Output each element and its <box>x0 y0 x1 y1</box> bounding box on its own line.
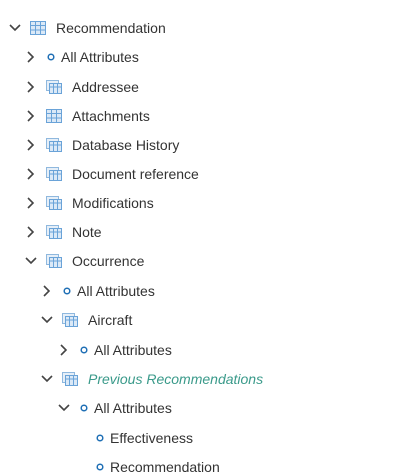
tree-row-label: Previous Recommendations <box>88 371 264 387</box>
linked-table-icon <box>46 196 62 210</box>
tree-row-note[interactable]: Note <box>24 222 102 242</box>
chevron-right-icon[interactable] <box>24 109 38 123</box>
tree-row-addressee[interactable]: Addressee <box>24 77 139 97</box>
chevron-right-icon[interactable] <box>24 50 38 64</box>
tree-row-previous-recommendations[interactable]: Previous Recommendations <box>40 369 263 389</box>
attribute-dot-icon <box>62 284 72 298</box>
tree-row-all-attributes[interactable]: All Attributes <box>24 47 139 67</box>
attribute-dot-icon <box>79 343 89 357</box>
tree-row-label: Note <box>72 224 102 240</box>
chevron-down-icon[interactable] <box>24 254 38 268</box>
tree-row-attachments[interactable]: Attachments <box>24 106 150 126</box>
chevron-right-icon[interactable] <box>24 225 38 239</box>
chevron-down-icon[interactable] <box>8 21 22 35</box>
tree-row-label: Aircraft <box>88 312 133 328</box>
chevron-right-icon[interactable] <box>24 196 38 210</box>
tree-row-occurrence[interactable]: Occurrence <box>24 251 144 271</box>
tree-row-label: Database History <box>72 137 180 153</box>
tree-row-aircraft-all-attributes[interactable]: All Attributes <box>57 340 172 360</box>
chevron-down-icon[interactable] <box>57 401 71 415</box>
tree-row-label: Recommendation <box>56 20 166 36</box>
tree-row-label: Addressee <box>72 79 139 95</box>
linked-table-icon <box>62 372 78 386</box>
table-icon <box>30 21 46 35</box>
chevron-right-icon[interactable] <box>24 138 38 152</box>
linked-table-icon <box>62 313 78 327</box>
tree-row-label: All Attributes <box>94 400 172 416</box>
chevron-right-icon[interactable] <box>57 343 71 357</box>
chevron-down-icon[interactable] <box>40 372 54 386</box>
attribute-dot-icon <box>46 50 56 64</box>
tree-row-label: Attachments <box>72 108 150 124</box>
tree-row-label: All Attributes <box>77 283 155 299</box>
linked-table-icon <box>46 254 62 268</box>
tree-row-recommendation-attribute[interactable]: Recommendation <box>95 457 220 476</box>
tree-row-modifications[interactable]: Modifications <box>24 193 154 213</box>
tree-row-label: Modifications <box>72 195 154 211</box>
linked-table-icon <box>46 80 62 94</box>
tree-row-label: Recommendation <box>110 459 220 475</box>
table-icon <box>46 109 62 123</box>
tree-row-recommendation-root[interactable]: Recommendation <box>8 18 166 38</box>
tree-row-label: Effectiveness <box>110 430 194 446</box>
tree-view: Recommendation All Attributes Addressee <box>0 0 410 476</box>
linked-table-icon <box>46 167 62 181</box>
attribute-dot-icon <box>95 460 105 474</box>
tree-row-prev-rec-all-attributes[interactable]: All Attributes <box>57 398 172 418</box>
chevron-right-icon[interactable] <box>40 284 54 298</box>
linked-table-icon <box>46 225 62 239</box>
tree-row-database-history[interactable]: Database History <box>24 135 179 155</box>
tree-row-label: Occurrence <box>72 253 145 269</box>
tree-row-label: Document reference <box>72 166 199 182</box>
tree-row-effectiveness[interactable]: Effectiveness <box>95 428 193 448</box>
attribute-dot-icon <box>95 431 105 445</box>
chevron-right-icon[interactable] <box>24 167 38 181</box>
chevron-right-icon[interactable] <box>24 80 38 94</box>
tree-row-label: All Attributes <box>61 49 139 65</box>
tree-row-occurrence-all-attributes[interactable]: All Attributes <box>40 281 155 301</box>
tree-row-label: All Attributes <box>94 342 172 358</box>
attribute-dot-icon <box>79 401 89 415</box>
chevron-down-icon[interactable] <box>40 313 54 327</box>
linked-table-icon <box>46 138 62 152</box>
tree-row-aircraft[interactable]: Aircraft <box>40 310 132 330</box>
tree-row-document-reference[interactable]: Document reference <box>24 164 199 184</box>
